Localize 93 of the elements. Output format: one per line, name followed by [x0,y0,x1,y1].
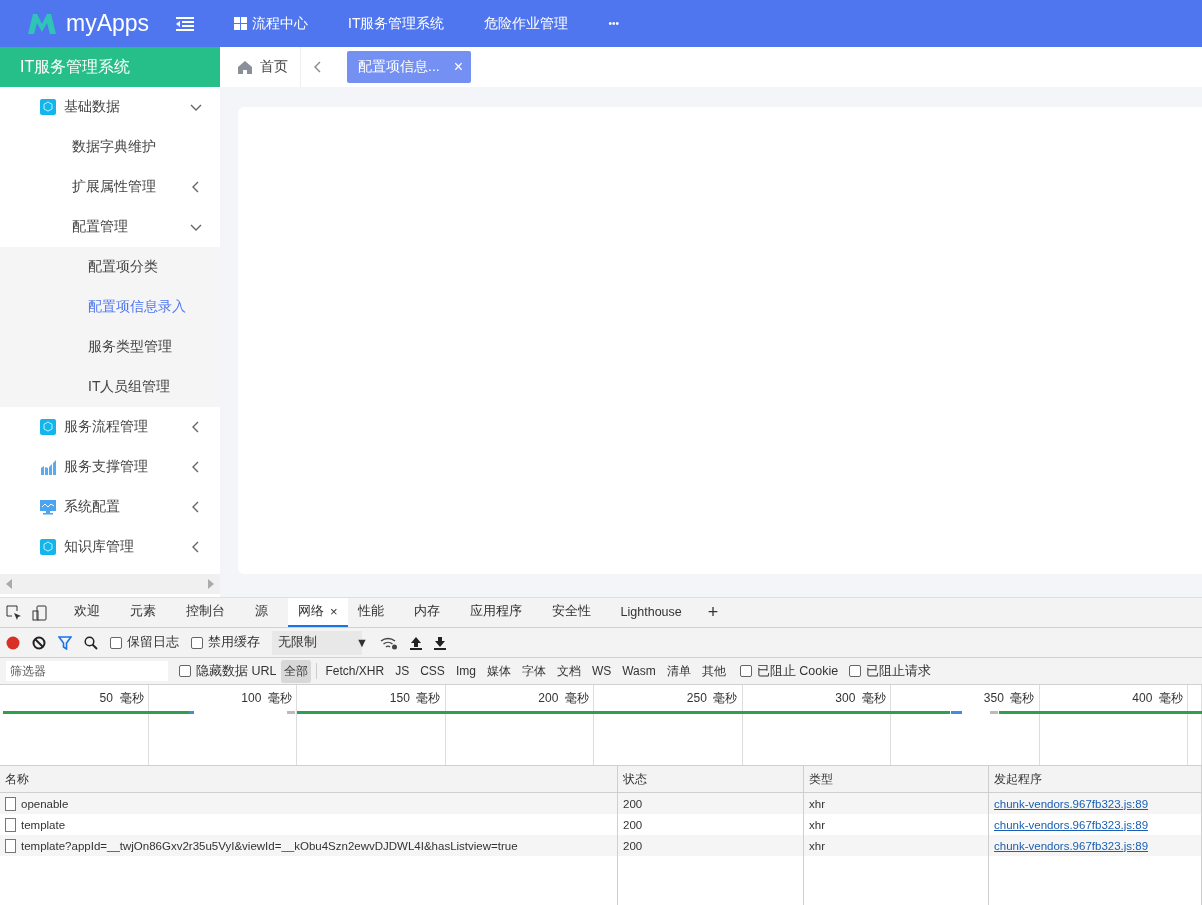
devtools-tab[interactable]: 应用程序 [459,598,532,627]
type-filter[interactable]: Fetch/XHR [322,661,388,681]
download-icon[interactable] [434,635,446,650]
menu-fold-icon[interactable] [176,16,194,31]
wifi-settings-icon[interactable] [380,635,398,650]
table-cell: 200 [618,835,804,856]
file-icon [5,838,16,853]
time-tick: 150 毫秒 [389,690,441,707]
device-icon[interactable] [32,604,48,621]
devtools-tab[interactable]: 内存 [403,598,450,627]
menu-item[interactable]: 系统配置 [0,487,220,527]
logo-icon [26,11,58,36]
nav-item[interactable]: 危险作业管理 [484,14,569,33]
time-tick: 300 毫秒 [835,690,886,707]
close-icon[interactable]: × [330,604,338,619]
table-cell: 200 [618,793,804,814]
devtools-tab[interactable]: 安全性 [541,598,601,627]
type-filter[interactable]: CSS [417,661,448,681]
checkbox[interactable]: 保留日志 [110,634,179,651]
clear-icon[interactable] [32,635,46,650]
checkbox[interactable]: 隐藏数据 URL [179,662,277,680]
checkbox[interactable]: 已阻止 Cookie [739,662,839,680]
type-filter[interactable]: WS [588,661,615,681]
cube-icon [40,539,56,555]
menu-item[interactable]: IT人员组管理 [0,367,220,407]
type-filter[interactable]: 字体 [518,659,549,683]
search-icon[interactable] [84,635,98,650]
time-tick: 250 毫秒 [686,690,738,707]
logo-text: myApps [66,10,150,37]
menu-item[interactable]: 数据字典维护 [0,127,220,167]
chart-icon [40,459,56,475]
time-tick: 50 毫秒 [99,690,144,707]
time-tick: 200 毫秒 [538,690,589,707]
file-icon [5,796,16,811]
type-filter[interactable]: 文档 [553,659,584,683]
inspect-icon[interactable] [6,604,22,621]
table-cell: xhr [804,793,989,814]
more-button[interactable]: ••• [608,18,619,29]
table-cell: xhr [804,835,989,856]
devtools-tab[interactable]: 欢迎 [64,598,110,627]
type-filter[interactable]: JS [392,661,413,681]
menu-item[interactable]: 知识库管理 [0,527,220,567]
monitor-icon [40,499,56,515]
add-tab-button[interactable]: + [707,602,719,623]
checkbox[interactable]: 已阻止请求 [849,662,932,680]
sidebar-title: IT服务管理系统 [0,47,220,87]
type-filter[interactable]: 其他 [698,659,729,683]
menu-item[interactable]: 基础数据 [0,87,220,127]
column-header[interactable]: 状态 [618,766,804,793]
column-header[interactable]: 名称 [0,766,618,793]
devtools-tab[interactable]: 性能 [347,598,394,627]
menu-item[interactable]: 扩展属性管理 [0,167,220,207]
filter-icon[interactable] [58,635,72,650]
home-icon [238,60,252,74]
menu-item[interactable]: 服务支撑管理 [0,447,220,487]
devtools-tab[interactable]: Lighthouse [610,598,692,627]
initiator-link[interactable]: chunk-vendors.967fb323.js:89 [994,839,1149,852]
file-icon [5,817,16,832]
chevron-left-icon[interactable] [313,61,321,73]
type-filter[interactable]: Img [452,661,479,681]
checkbox[interactable]: 禁用缓存 [191,634,260,651]
home-tab[interactable]: 首页 [220,47,301,87]
nav-item[interactable]: IT服务管理系统 [348,14,445,33]
record-icon[interactable] [6,635,20,650]
cube-icon [40,99,56,115]
menu-item[interactable]: 配置项信息录入 [0,287,220,327]
devtools-tab[interactable]: 控制台 [176,598,235,627]
initiator-link[interactable]: chunk-vendors.967fb323.js:89 [994,818,1149,831]
time-tick: 100 毫秒 [241,690,292,707]
initiator-link[interactable]: chunk-vendors.967fb323.js:89 [994,797,1149,810]
cube-icon [40,419,56,435]
time-tick: 350 毫秒 [983,690,1035,707]
type-filter[interactable]: 媒体 [483,659,514,683]
type-filter[interactable]: 全部 [281,659,312,683]
filter-field[interactable]: 筛选器 [6,661,168,681]
type-filter[interactable]: 清单 [663,659,694,683]
column-header[interactable]: 类型 [804,766,989,793]
devtools-tab[interactable]: 元素 [120,598,166,627]
upload-icon[interactable] [410,635,422,650]
grid-icon [234,17,247,30]
menu-item[interactable]: 服务流程管理 [0,407,220,447]
menu-item[interactable]: 配置项分类 [0,247,220,287]
column-header[interactable]: 发起程序 [989,766,1202,793]
request-name[interactable]: openable [21,797,69,810]
type-filter[interactable]: Wasm [619,661,659,681]
request-name[interactable]: template [21,818,66,831]
time-tick: 400 毫秒 [1132,690,1183,707]
devtools-tab[interactable]: 网络 × [288,598,348,627]
menu-item[interactable]: 配置管理 [0,207,220,247]
nav-item[interactable]: 流程中心 [234,14,308,33]
menu-item[interactable]: 服务类型管理 [0,327,220,367]
request-name[interactable]: template?appId=__twjOn86Gxv2r35u5VyI&viewId=__kObu4Szn2ewvDJDWL4I&hasListview=true [21,839,518,852]
devtools-tab[interactable]: 源 [245,598,278,627]
